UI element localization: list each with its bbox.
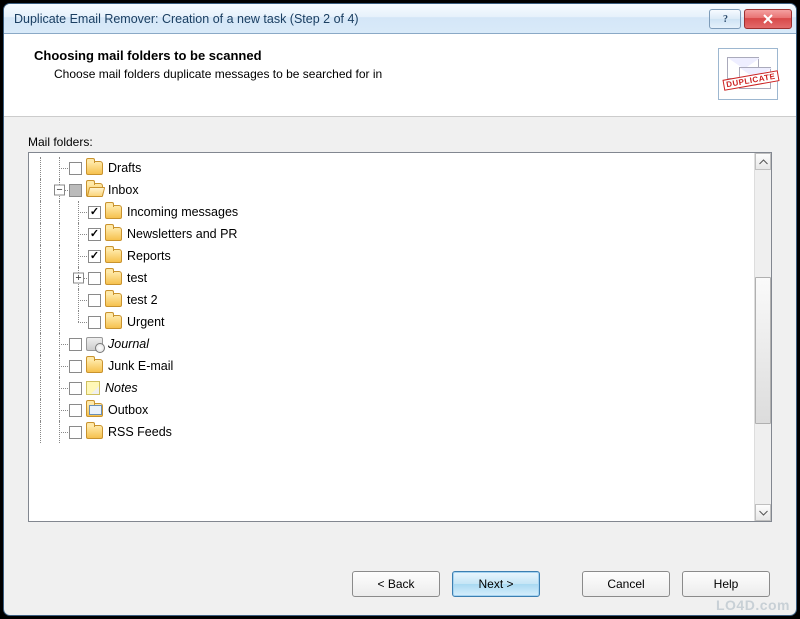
folder-icon [105,315,122,329]
tree-node-label: Junk E-mail [108,359,173,373]
tree-indent [31,223,88,245]
tree-node[interactable]: Junk E-mail [31,355,754,377]
window-title: Duplicate Email Remover: Creation of a n… [14,12,706,26]
folder-icon [105,205,122,219]
tree-indent [31,421,69,443]
tree-node[interactable]: Notes [31,377,754,399]
tree-node-label: Incoming messages [127,205,238,219]
tree-indent [31,201,88,223]
cancel-button[interactable]: Cancel [582,571,670,597]
tree-node[interactable]: Reports [31,245,754,267]
tree-indent [31,399,69,421]
tree-node[interactable]: + test [31,267,754,289]
scrollbar-thumb[interactable] [755,277,771,424]
help-button[interactable]: Help [682,571,770,597]
tree-indent: − [31,179,69,201]
tree-node-label: Notes [105,381,138,395]
tree-content: Drafts − Inbox Incoming messages Newsletters… [29,153,754,521]
close-titlebar-button[interactable] [744,9,792,29]
journal-icon [86,337,103,351]
wizard-header: Choosing mail folders to be scanned Choo… [4,34,796,117]
folder-icon [105,227,122,241]
outbox-folder-icon [86,403,103,417]
tree-indent [31,289,88,311]
tree-node-label: Drafts [108,161,141,175]
tree-checkbox[interactable] [88,294,101,307]
close-icon [762,14,774,24]
tree-node[interactable]: Newsletters and PR [31,223,754,245]
tree-checkbox[interactable] [88,272,101,285]
tree-indent: + [31,267,88,289]
tree-checkbox[interactable] [69,426,82,439]
tree-node-label: Inbox [108,183,139,197]
tree-node-label: Urgent [127,315,165,329]
tree-node[interactable]: Drafts [31,157,754,179]
scrollbar-track[interactable] [755,170,771,504]
tree-checkbox[interactable] [88,316,101,329]
tree-indent [31,245,88,267]
wizard-header-text: Choosing mail folders to be scanned Choo… [34,48,706,100]
tree-checkbox[interactable] [88,228,101,241]
expand-icon[interactable]: + [73,273,84,284]
folder-icon [86,425,103,439]
tree-indent [31,333,69,355]
folder-icon [105,293,122,307]
question-icon: ? [720,13,731,24]
folder-icon [86,359,103,373]
tree-node[interactable]: RSS Feeds [31,421,754,443]
dialog-window: Duplicate Email Remover: Creation of a n… [3,3,797,616]
help-titlebar-button[interactable]: ? [709,9,741,29]
tree-node-label: test 2 [127,293,158,307]
notes-icon [86,381,100,395]
button-spacer [552,571,570,597]
folder-icon [105,271,122,285]
vertical-scrollbar[interactable] [754,153,771,521]
tree-checkbox[interactable] [69,184,82,197]
svg-text:?: ? [723,14,728,24]
next-button[interactable]: Next > [452,571,540,597]
collapse-icon[interactable]: − [54,185,65,196]
tree-checkbox[interactable] [69,360,82,373]
folder-icon [86,161,103,175]
tree-node[interactable]: Urgent [31,311,754,333]
tree-checkbox[interactable] [88,206,101,219]
mail-folders-label: Mail folders: [28,135,772,149]
scroll-down-button[interactable] [755,504,771,521]
wizard-step-description: Choose mail folders duplicate messages t… [34,67,706,81]
tree-node-label: Newsletters and PR [127,227,237,241]
wizard-header-icon: DUPLICATE [718,48,778,100]
scroll-up-button[interactable] [755,153,771,170]
mail-folders-tree[interactable]: Drafts − Inbox Incoming messages Newsletters… [28,152,772,522]
tree-node-label: RSS Feeds [108,425,172,439]
wizard-step-title: Choosing mail folders to be scanned [34,48,706,63]
tree-node-label: Outbox [108,403,148,417]
tree-node-label: Journal [108,337,149,351]
tree-indent [31,311,88,333]
chevron-down-icon [759,510,768,516]
wizard-body: Mail folders: Drafts − Inbox Incoming messa… [4,117,796,522]
tree-node[interactable]: test 2 [31,289,754,311]
tree-node[interactable]: Journal [31,333,754,355]
titlebar: Duplicate Email Remover: Creation of a n… [4,4,796,34]
tree-indent [31,157,69,179]
tree-node-label: test [127,271,147,285]
tree-indent [31,355,69,377]
tree-checkbox[interactable] [88,250,101,263]
tree-node[interactable]: − Inbox [31,179,754,201]
tree-indent [31,377,69,399]
wizard-buttons: < Back Next > Cancel Help [4,571,796,597]
tree-checkbox[interactable] [69,404,82,417]
tree-node-label: Reports [127,249,171,263]
folder-icon [105,249,122,263]
tree-checkbox[interactable] [69,338,82,351]
tree-node[interactable]: Incoming messages [31,201,754,223]
folder-open-icon [86,183,103,197]
tree-checkbox[interactable] [69,382,82,395]
tree-node[interactable]: Outbox [31,399,754,421]
tree-checkbox[interactable] [69,162,82,175]
chevron-up-icon [759,159,768,165]
back-button[interactable]: < Back [352,571,440,597]
